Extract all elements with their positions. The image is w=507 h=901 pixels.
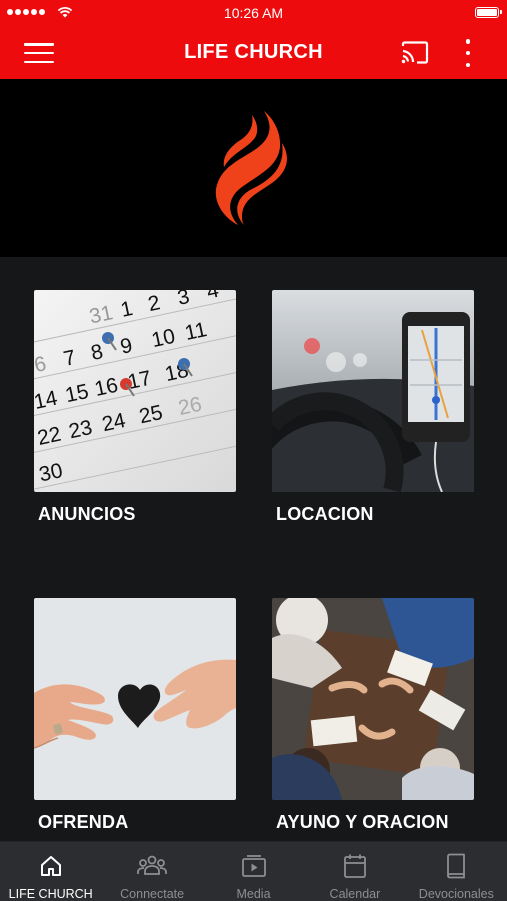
more-options-icon[interactable]: [462, 39, 474, 67]
tile-label: OFRENDA: [38, 812, 129, 832]
tab-life-church[interactable]: LIFE CHURCH: [0, 842, 101, 901]
svg-text:22: 22: [35, 423, 63, 450]
bottom-tab-bar: LIFE CHURCH Connectate Media Calendar De…: [0, 841, 507, 901]
tab-media[interactable]: Media: [203, 842, 304, 901]
tile-label: ANUNCIOS: [38, 504, 136, 524]
tile-ayuno-y-oracion[interactable]: AYUNO Y ORACION: [272, 598, 474, 833]
app-title: LIFE CHURCH: [184, 41, 323, 63]
svg-text:16: 16: [92, 374, 120, 401]
tile-label: AYUNO Y ORACION: [276, 812, 449, 832]
app-bar: LIFE CHURCH: [0, 27, 507, 79]
svg-text:31: 31: [87, 301, 115, 328]
tab-label: Calendar: [329, 887, 381, 901]
tile-anuncios[interactable]: 31 1234 6 7 8 9 10 11 14 15 16 17 18 22 23 24 25 26 3…: [34, 290, 236, 525]
svg-text:26: 26: [176, 393, 204, 420]
tab-label: LIFE CHURCH: [8, 887, 93, 901]
clock-time: 10:26 AM: [223, 5, 284, 21]
tab-devocionales[interactable]: Devocionales: [406, 842, 507, 901]
hands-heart-photo: [34, 598, 236, 800]
home-icon: [40, 856, 61, 876]
flame-logo: [215, 111, 287, 226]
status-bar: 10:26 AM: [0, 0, 507, 27]
svg-text:23: 23: [67, 416, 95, 443]
tab-label: Connectate: [120, 887, 185, 901]
people-icon: [137, 855, 168, 875]
tab-label: Media: [236, 887, 271, 901]
tile-label: LOCACION: [276, 504, 374, 524]
tab-connectate[interactable]: Connectate: [101, 842, 202, 901]
media-icon: [241, 855, 266, 877]
praying-group-photo: [272, 598, 474, 800]
hero-banner: [0, 79, 507, 257]
svg-text:10: 10: [150, 325, 178, 352]
svg-text:25: 25: [137, 401, 165, 428]
tile-ofrenda[interactable]: OFRENDA: [34, 598, 236, 833]
calendar-icon: [344, 854, 366, 878]
cast-icon[interactable]: [400, 40, 430, 66]
tab-label: Devocionales: [418, 887, 494, 901]
battery-icon: [475, 7, 502, 18]
svg-text:15: 15: [63, 380, 91, 407]
calendar-photo: 31 1234 6 7 8 9 10 11 14 15 16 17 18 22 23 24 25 26 3…: [34, 290, 236, 492]
tab-calendar[interactable]: Calendar: [304, 842, 405, 901]
tile-locacion[interactable]: LOCACION: [272, 290, 474, 525]
car-gps-photo: [272, 290, 474, 492]
book-icon: [447, 853, 466, 879]
svg-text:30: 30: [37, 459, 65, 486]
